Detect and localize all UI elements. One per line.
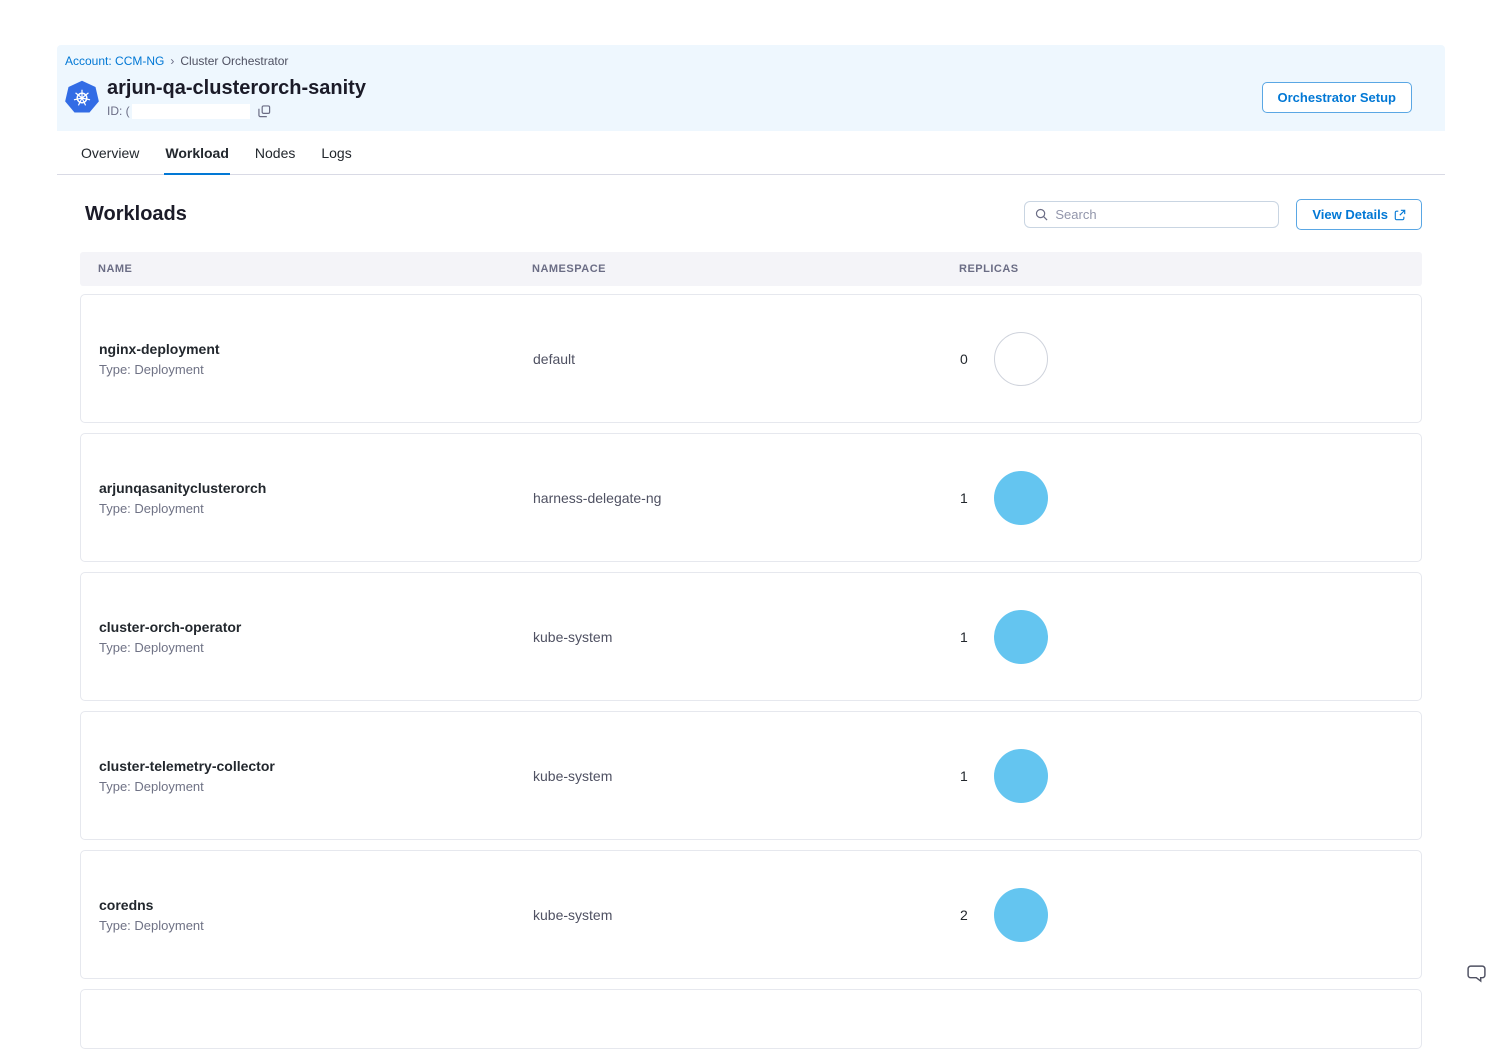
workloads-toolbar: Workloads View Details [80,199,1422,230]
workload-type: Type: Deployment [99,362,533,377]
breadcrumb-section-link[interactable]: Cluster Orchestrator [180,54,288,68]
external-link-icon [1394,209,1406,221]
table-row[interactable]: coredns Type: Deployment kube-system 2 [80,850,1422,979]
search-box[interactable] [1024,201,1279,228]
cluster-title-row: arjun-qa-clusterorch-sanity ID: ( Orches… [64,76,1438,119]
title-block: arjun-qa-clusterorch-sanity ID: ( [107,76,366,119]
breadcrumb-account-link[interactable]: Account: CCM-NG [65,54,164,68]
workload-namespace: kube-system [533,629,960,645]
cluster-id-row: ID: ( [107,103,366,119]
workload-type: Type: Deployment [99,779,533,794]
cluster-id-label: ID: ( [107,104,130,118]
view-details-button[interactable]: View Details [1296,199,1422,230]
workload-name-cell: cluster-orch-operator Type: Deployment [99,619,533,655]
workload-replicas-cell: 1 [960,471,1403,525]
replica-count: 2 [960,907,968,923]
tab-logs[interactable]: Logs [320,145,352,174]
workload-name: nginx-deployment [99,341,533,357]
replica-count: 1 [960,629,968,645]
workload-name: cluster-telemetry-collector [99,758,533,774]
tab-overview[interactable]: Overview [80,145,140,174]
workload-name-cell: arjunqasanityclusterorch Type: Deploymen… [99,480,533,516]
table-header: NAME NAMESPACE REPLICAS [80,252,1422,286]
workload-namespace: default [533,351,960,367]
breadcrumb-chevron-icon: › [170,54,174,68]
workload-name-cell: nginx-deployment Type: Deployment [99,341,533,377]
page-title: arjun-qa-clusterorch-sanity [107,76,366,100]
orchestrator-setup-button[interactable]: Orchestrator Setup [1262,82,1412,113]
workload-replicas-cell: 0 [960,332,1403,386]
workload-namespace: kube-system [533,768,960,784]
replica-status-circle [994,610,1048,664]
tab-workload[interactable]: Workload [164,145,230,174]
replica-status-circle [994,749,1048,803]
replica-status-circle [994,471,1048,525]
workload-name-cell: coredns Type: Deployment [99,897,533,933]
page-header: Account: CCM-NG › Cluster Orchestrator [57,45,1445,131]
workload-namespace: harness-delegate-ng [533,490,960,506]
page: Account: CCM-NG › Cluster Orchestrator [57,45,1445,1049]
table-row[interactable]: arjunqasanityclusterorch Type: Deploymen… [80,433,1422,562]
workload-name-cell: cluster-telemetry-collector Type: Deploy… [99,758,533,794]
breadcrumb: Account: CCM-NG › Cluster Orchestrator [64,54,1438,68]
kubernetes-icon [64,80,100,115]
workload-name: arjunqasanityclusterorch [99,480,533,496]
workload-name: coredns [99,897,533,913]
tab-bar: Overview Workload Nodes Logs [57,131,1445,175]
workload-replicas-cell: 2 [960,888,1403,942]
column-header-namespace: NAMESPACE [532,263,959,275]
tab-nodes[interactable]: Nodes [254,145,296,174]
search-icon [1035,208,1048,221]
table-row[interactable]: cluster-telemetry-collector Type: Deploy… [80,711,1422,840]
table-row[interactable]: nginx-deployment Type: Deployment defaul… [80,294,1422,423]
copy-icon[interactable] [258,105,271,118]
search-input[interactable] [1055,207,1268,222]
cluster-id-redaction [132,104,250,119]
workloads-panel: Workloads View Details [57,175,1445,1049]
workload-replicas-cell: 1 [960,610,1403,664]
workload-type: Type: Deployment [99,918,533,933]
workload-type: Type: Deployment [99,501,533,516]
workload-name: cluster-orch-operator [99,619,533,635]
column-header-name: NAME [98,263,532,275]
chat-bubble-icon[interactable] [1466,963,1487,989]
workloads-heading: Workloads [85,203,187,226]
replica-count: 1 [960,768,968,784]
toolbar-right: View Details [1024,199,1422,230]
replica-count: 0 [960,351,968,367]
replica-status-circle [994,888,1048,942]
view-details-label: View Details [1312,207,1388,222]
workload-namespace: kube-system [533,907,960,923]
table-row[interactable]: cluster-orch-operator Type: Deployment k… [80,572,1422,701]
table-row-partial[interactable] [80,989,1422,1049]
workloads-table: nginx-deployment Type: Deployment defaul… [80,294,1422,979]
replica-count: 1 [960,490,968,506]
column-header-replicas: REPLICAS [959,263,1404,275]
replica-status-circle [994,332,1048,386]
workload-type: Type: Deployment [99,640,533,655]
workload-replicas-cell: 1 [960,749,1403,803]
